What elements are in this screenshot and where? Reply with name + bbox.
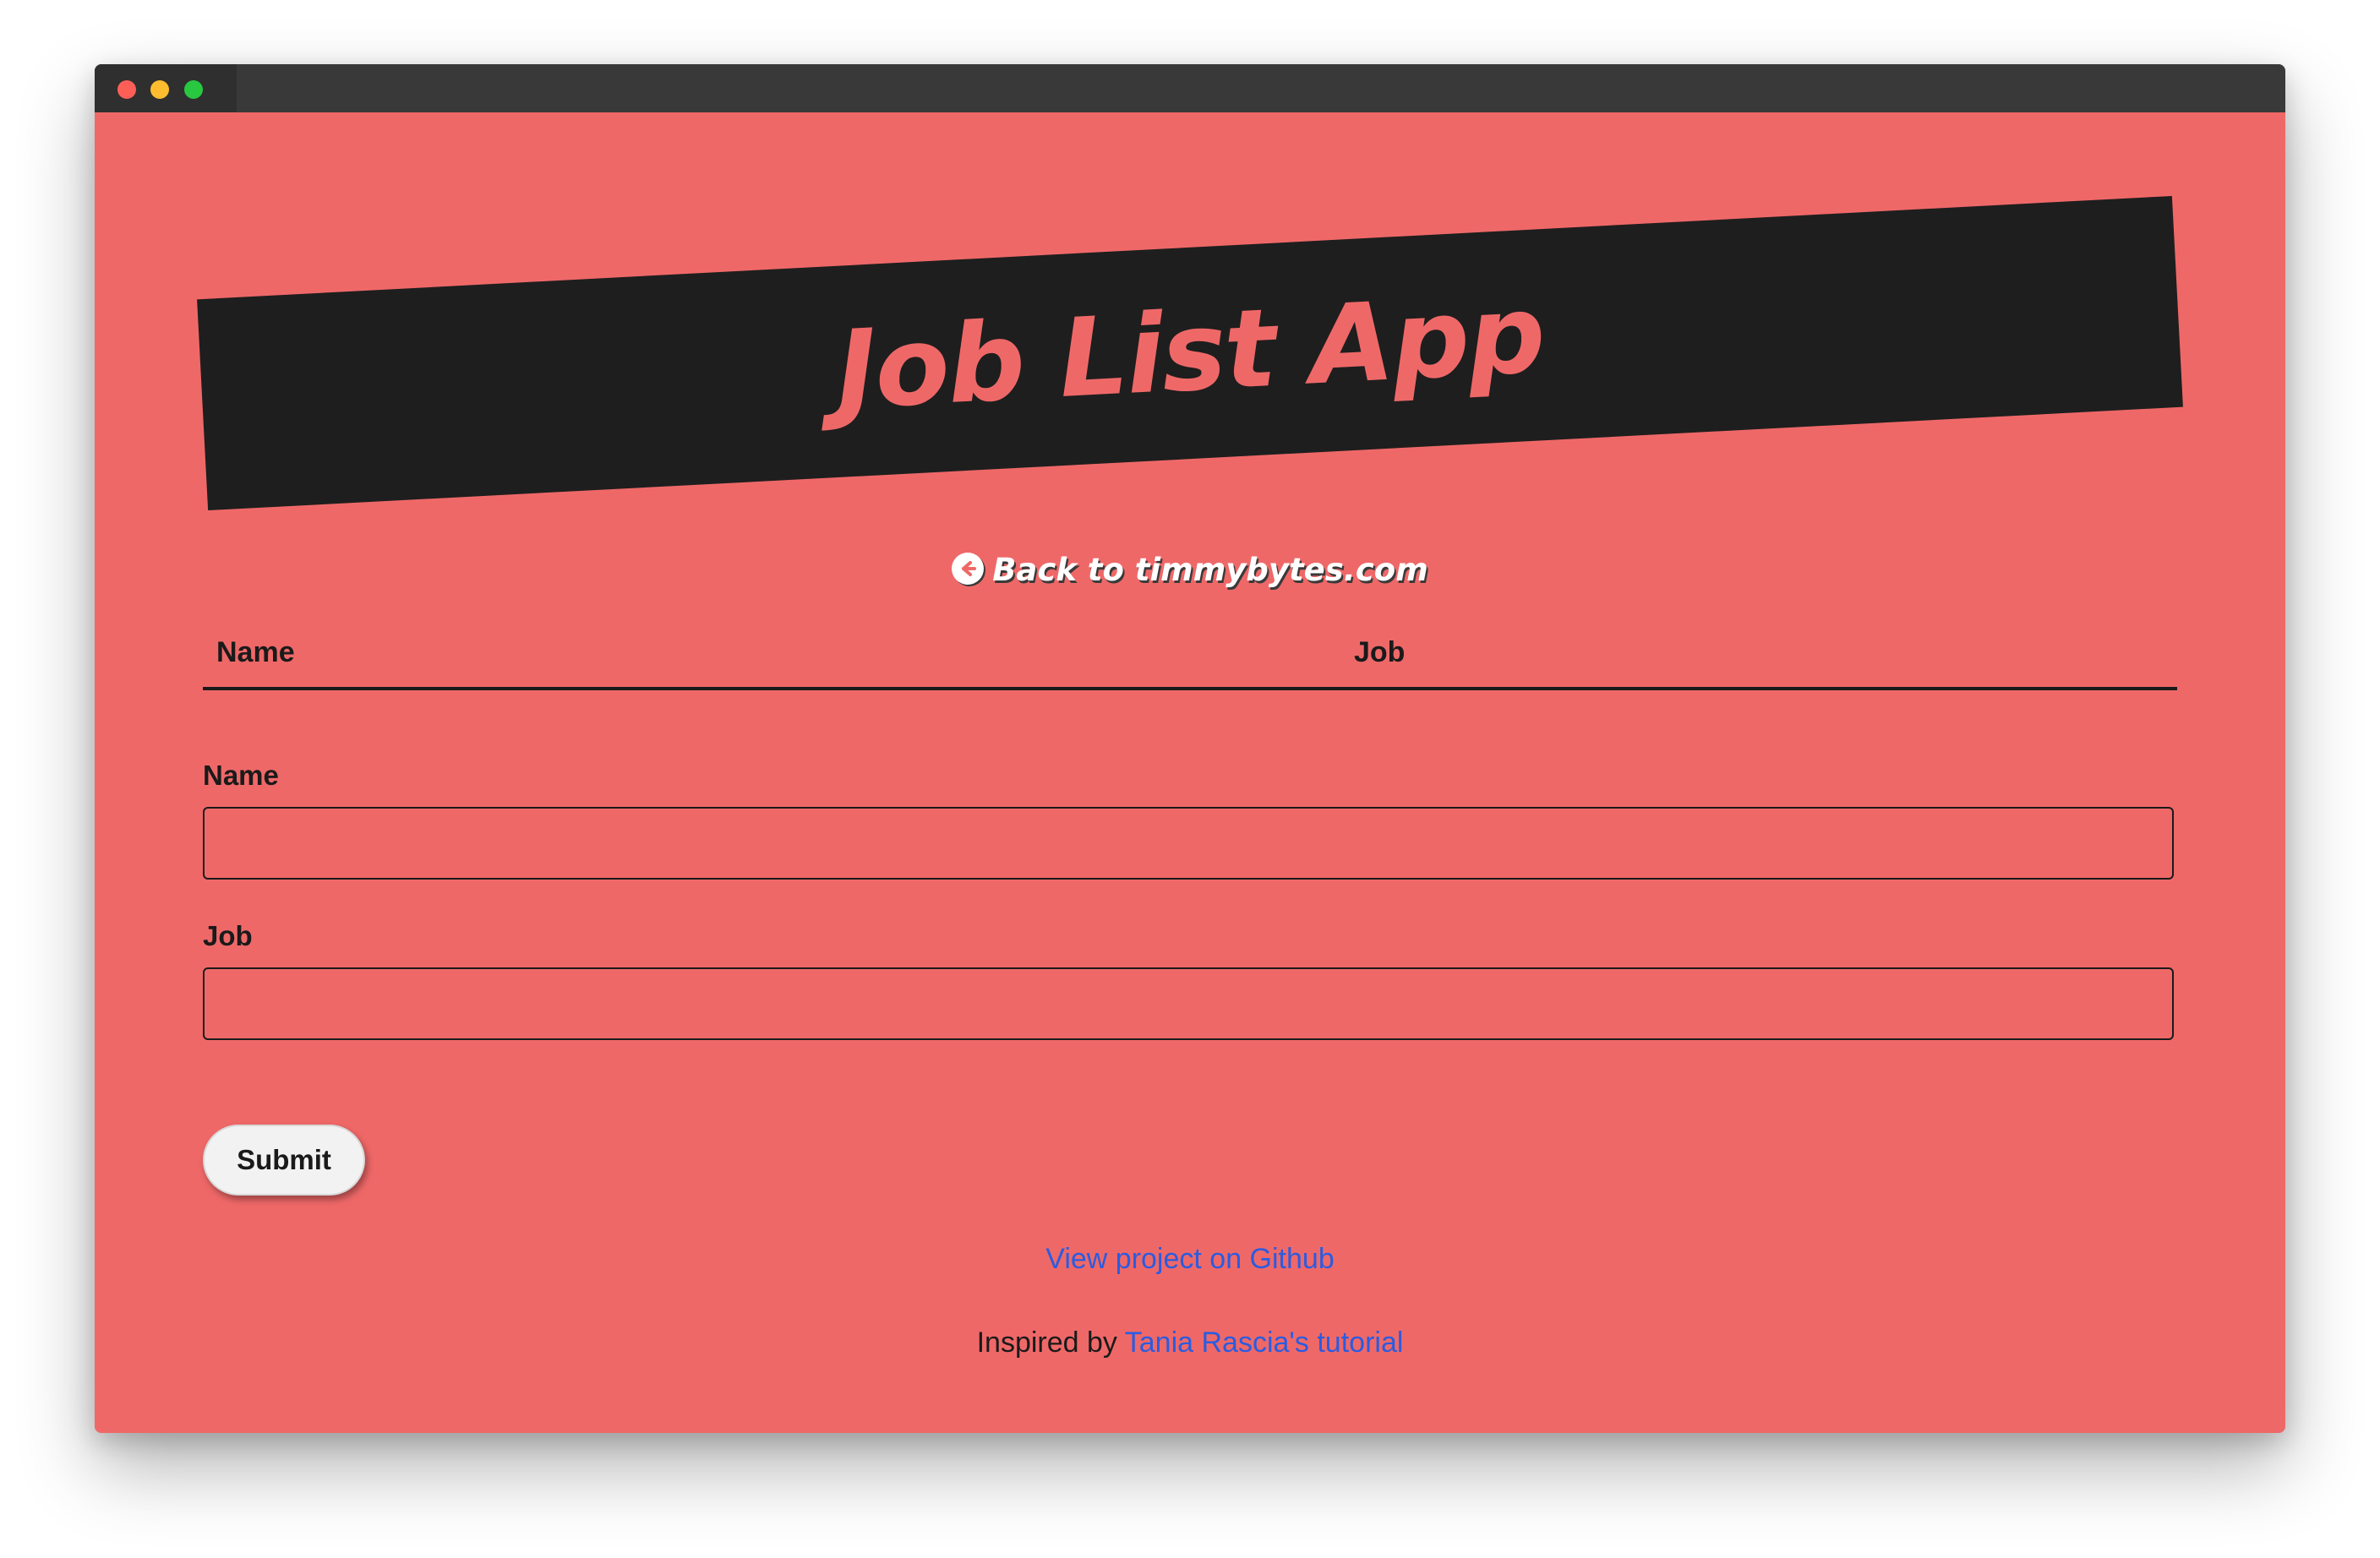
minimize-window-button[interactable] — [150, 80, 169, 99]
title-banner: Job List App — [197, 195, 2183, 511]
inspired-by-row: Inspired by Tania Rascia's tutorial — [95, 1326, 2285, 1359]
window-titlebar — [95, 64, 2285, 112]
desktop-background: Job List App Back to timmybytes.com Name… — [0, 0, 2380, 1558]
name-field-label: Name — [203, 760, 279, 791]
github-link-row: View project on Github — [95, 1243, 2285, 1276]
column-header-name: Name — [216, 636, 295, 668]
column-header-job: Job — [1354, 636, 1406, 668]
arrow-left-circle-icon — [952, 553, 985, 585]
job-field-label: Job — [203, 920, 253, 951]
tutorial-link[interactable]: Tania Rascia's tutorial — [1125, 1326, 1404, 1359]
page-title: Job List App — [832, 271, 1548, 434]
traffic-light-group — [95, 64, 237, 112]
browser-window: Job List App Back to timmybytes.com Name… — [95, 64, 2285, 1433]
job-input[interactable] — [203, 967, 2174, 1040]
page-content: Job List App Back to timmybytes.com Name… — [95, 112, 2285, 1433]
github-project-link[interactable]: View project on Github — [1045, 1243, 1334, 1275]
close-window-button[interactable] — [117, 80, 136, 99]
zoom-window-button[interactable] — [184, 80, 203, 99]
back-to-site-link[interactable]: Back to timmybytes.com — [95, 552, 2285, 588]
job-table-header: Name Job — [203, 636, 2177, 690]
submit-button[interactable]: Submit — [203, 1125, 365, 1196]
inspired-by-text: Inspired by — [976, 1326, 1117, 1359]
back-link-label: Back to timmybytes.com — [992, 552, 1428, 588]
name-input[interactable] — [203, 807, 2174, 880]
